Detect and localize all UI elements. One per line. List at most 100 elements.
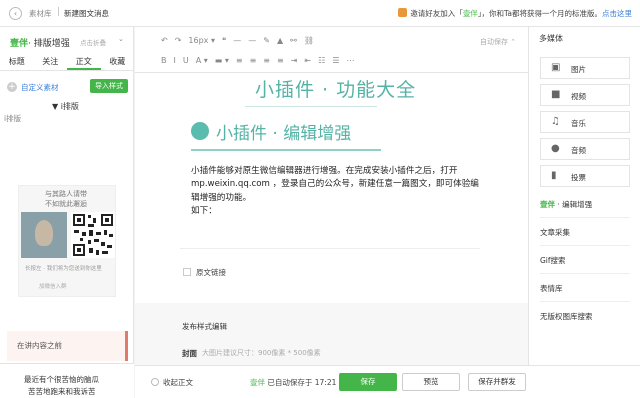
tool-separator <box>540 273 630 274</box>
toolbar-row2-button-13[interactable]: ⋯ <box>346 56 354 65</box>
tab-3[interactable]: 收藏 <box>101 54 135 70</box>
plugin-fold-link[interactable]: 点击折叠 <box>80 37 106 47</box>
toolbar-row1-button-0[interactable]: ↶ <box>161 36 168 45</box>
toolbar-row2-button-5[interactable]: ≡ <box>236 56 243 65</box>
toolbar-row1-button-8[interactable]: ⚯ <box>290 36 297 45</box>
invite-link[interactable]: 点击这里 <box>602 9 632 18</box>
publish-style-label: 发布样式编辑 <box>182 322 227 331</box>
plugin-title: 壹伴· 排版增强 <box>10 36 70 49</box>
preview-button[interactable]: 预览 <box>402 373 460 391</box>
media-item-0[interactable]: ▣ 图片 <box>540 57 630 79</box>
autosave-status: 壹伴 已自动保存于 17:21 <box>250 377 336 388</box>
invite-brand: 壹伴 <box>462 9 478 18</box>
multimedia-panel: 多媒体 ▣ 图片 ■ 视频 ♫ 音乐 ● 音频 ▮ 投票 壹伴 · 编辑增强 文章采集 Gif搜索表… <box>528 27 640 365</box>
toolbar-row2-button-4[interactable]: ▬ ▾ <box>215 56 229 65</box>
title-underline <box>245 106 377 107</box>
qr-code-icon <box>71 212 115 258</box>
toolbar-row2-button-11[interactable]: ☷ <box>318 56 325 65</box>
paragraph-line: 如下： <box>191 205 217 216</box>
collapse-content-radio[interactable] <box>151 378 159 386</box>
paragraph-line: 辑增强的功能。 <box>191 192 252 203</box>
layout-section-head[interactable]: ▼ i排版 <box>52 101 79 112</box>
media-item-1[interactable]: ■ 视频 <box>540 84 630 106</box>
qr-card-title-2: 不如就此邂逅 <box>45 200 87 208</box>
mic-icon: ● <box>551 143 560 154</box>
toolbar-row2-button-7[interactable]: ≡ <box>263 56 270 65</box>
toolbar-row2-button-12[interactable]: ☰ <box>332 56 339 65</box>
toolbar-row1-button-9[interactable]: ⛓ <box>304 36 314 45</box>
autosave-toggle[interactable]: 自动保存 ⌃ <box>480 37 516 47</box>
qr-card-caption: 长按左 · 我们将为您送到你这里 <box>25 266 102 272</box>
chevron-down-icon[interactable]: ⌄ <box>118 35 124 43</box>
collapse-content-label[interactable]: 收起正文 <box>163 377 193 388</box>
media-item-label: 音频 <box>571 146 586 155</box>
chart-icon: ▮ <box>551 170 557 181</box>
toolbar-row2-button-6[interactable]: ≡ <box>250 56 257 65</box>
tool-separator <box>540 301 630 302</box>
toolbar-row1-button-4[interactable]: — <box>233 36 241 45</box>
toolbar-row1-button-6[interactable]: ✎ <box>263 36 270 45</box>
toolbar-row1-button-5[interactable]: — <box>248 36 256 45</box>
music-icon: ♫ <box>551 116 560 127</box>
toolbar-row2-button-3[interactable]: A ▾ <box>196 56 208 65</box>
autosave-label: 自动保存 <box>480 38 508 46</box>
plugin-title-text: · 排版增强 <box>28 39 70 49</box>
qr-style-card[interactable]: 与其路人请带 不如就此邂逅 长按左 · 我们将为您送到你这里 加微信入群 <box>18 185 116 297</box>
article-paragraph: 小插件能够对原生微信编辑器进行增强。在完成安装小插件之后，打开 mp.weixi… <box>191 165 481 218</box>
section-title: 小插件 · 编辑增强 <box>216 124 352 144</box>
source-link-checkbox[interactable] <box>183 268 191 276</box>
cat-photo <box>21 212 67 258</box>
gift-icon <box>398 8 408 17</box>
tab-2[interactable]: 正文 <box>67 54 101 70</box>
tool-item-0[interactable]: 文章采集 <box>540 227 630 238</box>
save-button[interactable]: 保存 <box>339 373 397 391</box>
add-icon[interactable]: + <box>7 82 17 92</box>
media-item-4[interactable]: ▮ 投票 <box>540 165 630 187</box>
toolbar-row2-button-8[interactable]: ≡ <box>277 56 284 65</box>
tab-0[interactable]: 标题 <box>0 54 34 70</box>
media-item-3[interactable]: ● 音频 <box>540 138 630 160</box>
tool-item-2[interactable]: 表情库 <box>540 283 630 294</box>
media-item-2[interactable]: ♫ 音乐 <box>540 111 630 133</box>
toolbar-row2-button-1[interactable]: I <box>174 56 176 65</box>
import-style-button[interactable]: 导入样式 <box>90 79 128 93</box>
media-item-label: 视频 <box>571 92 586 101</box>
layout-section-sub: i排版 <box>4 114 22 123</box>
breadcrumb-material-library[interactable]: 素材库 <box>29 8 52 19</box>
tab-1[interactable]: 关注 <box>34 54 68 70</box>
toolbar-row1-button-2[interactable]: 16px ▾ <box>188 36 215 45</box>
back-icon[interactable]: ‹ <box>9 7 22 20</box>
custom-material-link[interactable]: 自定义素材 <box>21 82 59 93</box>
media-item-label: 投票 <box>571 173 586 182</box>
cover-label: 封面 <box>182 349 197 358</box>
toolbar-row1-button-7[interactable]: ▲ <box>277 36 283 45</box>
tool-item-1[interactable]: Gif搜索 <box>540 255 630 266</box>
source-link-label[interactable]: 原文链接 <box>196 267 226 278</box>
save-and-send-button[interactable]: 保存并群发 <box>468 373 526 391</box>
breadcrumb-separator: | <box>57 7 61 17</box>
breadcrumb-current: 新建图文消息 <box>64 9 109 18</box>
notice-style-card[interactable]: 在讲内容之前 <box>7 331 128 361</box>
toolbar-row2-button-9[interactable]: ⇥ <box>291 56 298 65</box>
autosave-brand: 壹伴 <box>250 378 265 387</box>
tool-separator <box>540 245 630 246</box>
toolbar-row1-button-3[interactable]: ❝ <box>222 36 226 45</box>
toolbar-row2-button-0[interactable]: B <box>161 56 167 65</box>
section-underline <box>191 149 381 151</box>
media-item-label: 音乐 <box>571 119 586 128</box>
tool-item-3[interactable]: 无版权图库搜索 <box>540 311 630 322</box>
toolbar-row2-button-2[interactable]: U <box>183 56 189 65</box>
toolbar-row-2: BIU A ▾ ▬ ▾ ≡ ≡ ≡ ≡ ⇥ ⇤ ☷ ☰ ⋯ <box>161 56 354 65</box>
invite-prefix: 邀请好友加入「 <box>410 9 463 18</box>
toolbar-row2-button-10[interactable]: ⇤ <box>304 56 311 65</box>
editor-toolbar: ↶ ↷ 16px ▾ ❝ — — ✎ ▲ ⚯ ⛓ BIU A ▾ ▬ ▾ ≡ ≡ ≡ ≡ ⇥ ⇤ ☷ ☰ ⋯ 自动保存 … <box>135 27 528 73</box>
paragraph-line: mp.weixin.qq.com ，登录自己的公众号，新建任意一篇图文，即可体验… <box>191 179 479 190</box>
toolbar-row1-button-1[interactable]: ↷ <box>175 36 182 45</box>
video-icon: ■ <box>551 89 561 100</box>
multimedia-heading: 多媒体 <box>539 34 563 43</box>
autosave-time: 已自动保存于 17:21 <box>265 378 337 387</box>
media-item-label: 图片 <box>571 65 586 74</box>
text-style-line-1: 最近有个很苦恼的脑瓜 <box>24 375 99 384</box>
text-style-card[interactable]: 最近有个很苦恼的脑瓜 苦苦地跑来和我诉苦 <box>0 363 134 398</box>
qr-card-title-1: 与其路人请带 <box>45 190 87 198</box>
